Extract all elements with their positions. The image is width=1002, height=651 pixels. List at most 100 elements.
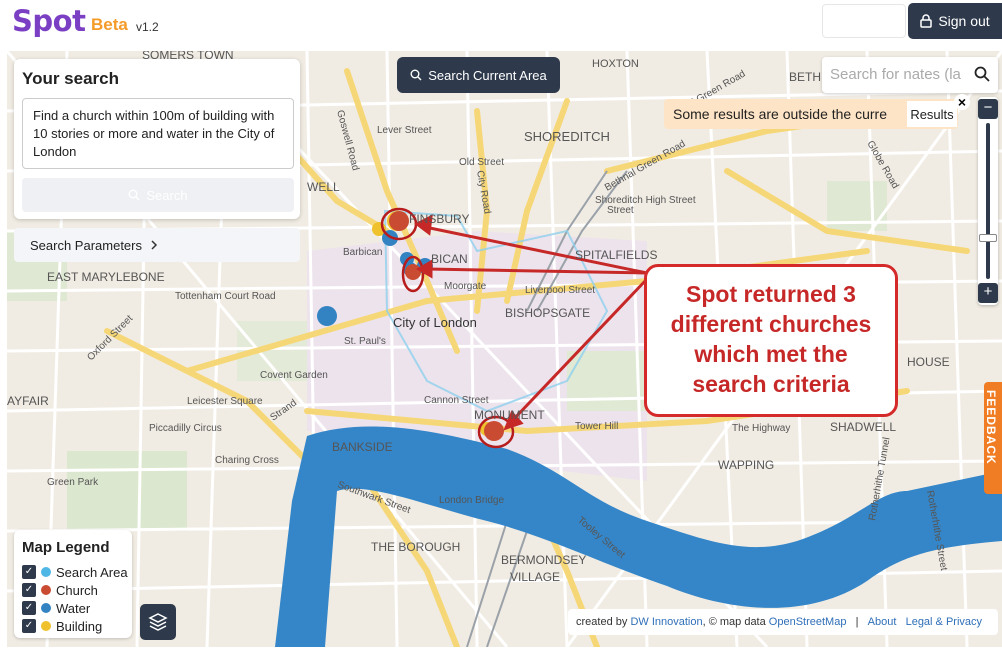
search-button[interactable]: Search <box>22 178 294 212</box>
legend-item-building[interactable]: ✓ Building <box>22 618 102 634</box>
map-label: Tottenham Court Road <box>175 291 276 302</box>
map-label: BICAN <box>431 252 468 266</box>
layers-button[interactable] <box>140 604 176 640</box>
map-label: BISHOPSGATE <box>505 306 590 320</box>
zoom-slider-track[interactable] <box>986 123 990 279</box>
map-label: Cannon Street <box>424 395 489 406</box>
map-label: Charing Cross <box>215 455 279 466</box>
search-button-label: Search <box>146 187 188 203</box>
map-label: VILLAGE <box>510 570 560 584</box>
legend-item-label: Water <box>56 600 91 616</box>
map-label: THE BOROUGH <box>371 540 460 554</box>
sign-out-label: Sign out <box>938 13 990 29</box>
map-label: SPITALFIELDS <box>575 248 657 262</box>
map-label: EAST MARYLEBONE <box>47 270 165 284</box>
map-label: MONUMENT <box>474 408 545 422</box>
map-label: Leicester Square <box>187 396 263 407</box>
search-panel: Your search Find a church within 100m of… <box>14 59 300 219</box>
checkbox-checked-icon[interactable]: ✓ <box>22 565 36 579</box>
map-attribution: created by DW Innovation, © map data Ope… <box>568 609 998 635</box>
zoom-out-button[interactable]: − <box>978 99 998 119</box>
map-label: Lever Street <box>377 125 432 136</box>
map-label: The Highway <box>732 423 790 434</box>
map-label: Piccadilly Circus <box>149 423 222 434</box>
map-label: Tower Hill <box>575 421 618 432</box>
map-label: Liverpool Street <box>525 285 595 296</box>
sign-out-button[interactable]: Sign out <box>908 3 1002 39</box>
map-label: SHOREDITCH <box>524 129 610 144</box>
about-link[interactable]: About <box>868 616 897 628</box>
map-label: Covent Garden <box>260 370 328 381</box>
search-current-area-button[interactable]: Search Current Area <box>397 57 560 93</box>
feedback-tab[interactable]: FEEDBACK <box>984 382 1002 494</box>
close-icon[interactable]: × <box>954 94 970 110</box>
legend-dot-icon <box>41 567 51 577</box>
map-label: Old Street <box>459 157 504 168</box>
map-label: SHADWELL <box>830 420 896 434</box>
search-query-textarea[interactable]: Find a church within 100m of building wi… <box>22 98 294 169</box>
app-header: Spot Beta v1.2 Sign out <box>0 0 1002 50</box>
legend-dot-icon <box>41 603 51 613</box>
annotation-line: different churches <box>670 311 872 337</box>
annotation-text: Spot returned 3 different churches which… <box>647 279 895 399</box>
place-search-input[interactable]: Search for nates (la <box>822 57 998 93</box>
attribution-map-data: , © map data <box>702 616 766 628</box>
search-icon[interactable] <box>974 66 990 82</box>
search-parameters-label: Search Parameters <box>30 237 142 253</box>
feedback-label: FEEDBACK <box>984 390 998 465</box>
annotation-line: search criteria <box>692 371 850 397</box>
legend-item-label: Search Area <box>56 564 128 580</box>
annotation-line: Spot returned 3 <box>686 281 856 307</box>
version-label: v1.2 <box>136 20 159 34</box>
map-label: AYFAIR <box>7 394 49 408</box>
checkbox-checked-icon[interactable]: ✓ <box>22 601 36 615</box>
zoom-slider-handle[interactable] <box>979 234 997 242</box>
map-label: HOUSE <box>907 355 950 369</box>
search-icon <box>410 69 422 81</box>
header-placeholder-box <box>822 4 906 38</box>
legend-item-water[interactable]: ✓ Water <box>22 600 90 616</box>
legend-item-label: Church <box>56 582 98 598</box>
zoom-in-button[interactable]: + <box>978 283 998 303</box>
chevron-right-icon <box>151 240 158 250</box>
search-icon <box>128 189 140 201</box>
legend-dot-icon <box>41 621 51 631</box>
dw-innovation-link[interactable]: DW Innovation <box>630 616 702 628</box>
map-label: Moorgate <box>444 281 487 292</box>
map-label: Green Park <box>47 477 99 488</box>
checkbox-checked-icon[interactable]: ✓ <box>22 583 36 597</box>
spot-logo[interactable]: Spot <box>12 4 86 38</box>
checkbox-checked-icon[interactable]: ✓ <box>22 619 36 633</box>
map-label: FINSBURY <box>409 212 469 226</box>
search-panel-title: Your search <box>22 69 120 88</box>
openstreetmap-link[interactable]: OpenStreetMap <box>769 616 847 628</box>
zoom-control: − + <box>978 97 998 305</box>
results-label[interactable]: Results <box>907 101 957 127</box>
legend-dot-icon <box>41 585 51 595</box>
attribution-separator: | <box>855 616 859 628</box>
map-label: London Bridge <box>439 495 504 506</box>
legend-title: Map Legend <box>22 539 110 556</box>
map-label: Street <box>607 205 634 216</box>
map-label: WELL <box>307 180 340 194</box>
map-label: BERMONDSEY <box>501 553 586 567</box>
beta-label: Beta <box>91 15 128 34</box>
layers-icon <box>148 613 168 631</box>
annotation-callout: Spot returned 3 different churches which… <box>644 264 898 417</box>
legend-item-search-area[interactable]: ✓ Search Area <box>22 564 128 580</box>
map-label: HOXTON <box>592 58 639 70</box>
annotation-line: which met the <box>694 341 848 367</box>
map-label: BANKSIDE <box>332 440 393 454</box>
map-label: WAPPING <box>718 458 774 472</box>
legend-item-church[interactable]: ✓ Church <box>22 582 98 598</box>
search-parameters-toggle[interactable]: Search Parameters <box>14 228 300 262</box>
map-label: St. Paul's <box>344 336 386 347</box>
map-label: City of London <box>393 315 477 330</box>
attribution-created-by: created by <box>576 616 628 628</box>
search-current-area-label: Search Current Area <box>428 67 547 83</box>
lock-icon <box>920 14 933 28</box>
legend-item-label: Building <box>56 618 103 634</box>
legal-privacy-link[interactable]: Legal & Privacy <box>906 616 982 628</box>
map-legend: Map Legend ✓ Search Area ✓ Church ✓ Wate… <box>14 530 132 638</box>
map-label: Barbican <box>343 247 382 258</box>
